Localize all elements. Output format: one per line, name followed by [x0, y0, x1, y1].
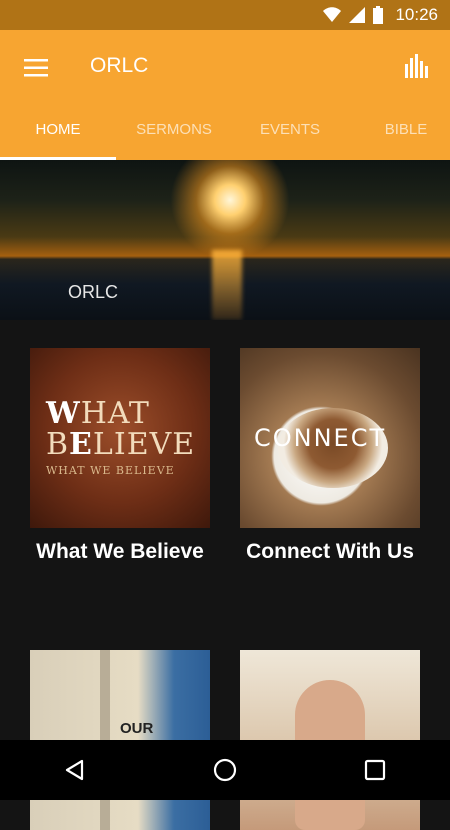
card-title: Connect With Us [246, 540, 414, 563]
app-bar: ORLC HOME SERMONS EVENTS BIBLE [0, 30, 450, 160]
wifi-icon [323, 7, 342, 22]
tab-sermons[interactable]: SERMONS [116, 100, 232, 160]
hero-label: ORLC [68, 282, 119, 302]
tab-bible[interactable]: BIBLE [348, 100, 450, 160]
content-grid: WHAT BELIEVE WHAT WE BELIEVE What We Bel… [0, 320, 450, 830]
bar-chart-icon [405, 54, 428, 78]
chart-button[interactable] [398, 46, 438, 86]
tab-bar: HOME SERMONS EVENTS BIBLE [0, 100, 450, 160]
tab-home[interactable]: HOME [0, 100, 116, 160]
card-what-we-believe[interactable]: WHAT BELIEVE WHAT WE BELIEVE What We Bel… [30, 348, 210, 564]
recents-square-icon [364, 759, 386, 781]
card-connect-with-us[interactable]: CONNECT Connect With Us [240, 348, 420, 564]
status-bar: 10:26 [0, 0, 450, 30]
menu-button[interactable] [16, 48, 56, 88]
back-triangle-icon [65, 759, 84, 781]
back-button[interactable] [45, 740, 105, 800]
sunset-image [170, 160, 290, 260]
sun-reflection [212, 250, 242, 320]
signal-icon [349, 7, 366, 23]
status-time: 10:26 [395, 5, 438, 24]
what-we-believe-image: WHAT BELIEVE WHAT WE BELIEVE [30, 348, 210, 528]
app-title: ORLC [90, 54, 149, 77]
connect-image: CONNECT [240, 348, 420, 528]
home-circle-icon [213, 758, 237, 782]
card-title: What We Believe [36, 540, 204, 563]
status-icons: 10:26 [323, 0, 438, 30]
connect-image-text: CONNECT [254, 424, 387, 452]
tab-events[interactable]: EVENTS [232, 100, 348, 160]
hero-banner: ORLC [0, 160, 450, 320]
home-button[interactable] [195, 740, 255, 800]
recents-button[interactable] [345, 740, 405, 800]
believe-image-text: WHAT BELIEVE WHAT WE BELIEVE [46, 396, 196, 477]
battery-icon [373, 6, 384, 24]
building-sign-text: OUR [120, 720, 154, 737]
hamburger-menu-icon [24, 59, 48, 77]
system-nav-bar [0, 740, 450, 800]
